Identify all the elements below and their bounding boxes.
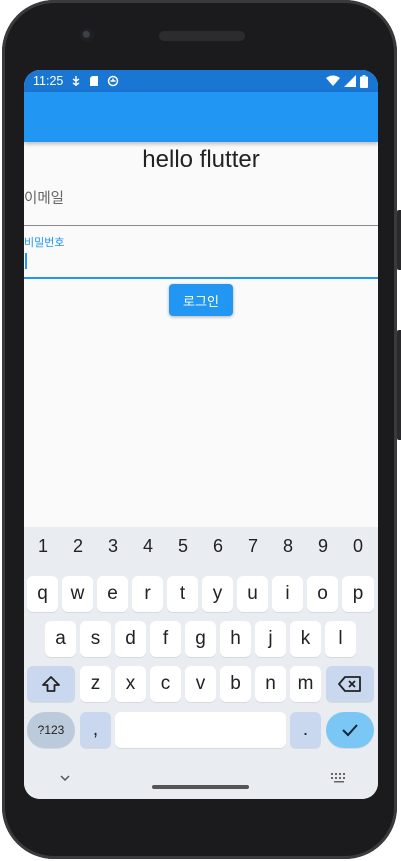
- number-row: 1 2 3 4 5 6 7 8 9 0: [24, 536, 378, 564]
- key-i[interactable]: i: [272, 576, 303, 612]
- key-7[interactable]: 7: [236, 536, 270, 557]
- key-d[interactable]: d: [115, 621, 146, 657]
- space-key[interactable]: [115, 712, 286, 748]
- key-0[interactable]: 0: [341, 536, 375, 557]
- key-t[interactable]: t: [167, 576, 198, 612]
- comma-key[interactable]: ,: [80, 712, 111, 748]
- key-k[interactable]: k: [290, 621, 321, 657]
- symbols-key[interactable]: ?123: [27, 712, 75, 748]
- key-v[interactable]: v: [185, 666, 216, 702]
- key-m[interactable]: m: [290, 666, 321, 702]
- key-8[interactable]: 8: [271, 536, 305, 557]
- screen: 11:25 hello flutter 이메일 비밀번호 로그인 1 2 3 4…: [24, 70, 378, 799]
- power-button: [397, 210, 401, 270]
- volume-button: [397, 330, 401, 440]
- hide-keyboard-icon[interactable]: [58, 773, 72, 783]
- period-key[interactable]: .: [290, 712, 321, 748]
- email-label: 이메일: [24, 191, 65, 207]
- login-button[interactable]: 로그인: [169, 284, 233, 316]
- keyboard-switch-icon[interactable]: [330, 772, 348, 784]
- key-o[interactable]: o: [307, 576, 338, 612]
- password-label: 비밀번호: [24, 236, 65, 249]
- sync-icon: [108, 75, 119, 87]
- key-6[interactable]: 6: [201, 536, 235, 557]
- key-g[interactable]: g: [185, 621, 216, 657]
- login-form: hello flutter 이메일 비밀번호 로그인: [24, 142, 378, 527]
- sd-card-icon: [90, 76, 99, 86]
- checkmark-icon: [342, 724, 358, 737]
- key-e[interactable]: e: [97, 576, 128, 612]
- key-2[interactable]: 2: [61, 536, 95, 557]
- key-r[interactable]: r: [132, 576, 163, 612]
- key-f[interactable]: f: [150, 621, 181, 657]
- key-x[interactable]: x: [115, 666, 146, 702]
- email-field[interactable]: 이메일: [24, 182, 378, 226]
- phone-frame: 11:25 hello flutter 이메일 비밀번호 로그인 1 2 3 4…: [2, 0, 401, 859]
- front-camera: [80, 28, 94, 42]
- key-5[interactable]: 5: [166, 536, 200, 557]
- key-u[interactable]: u: [237, 576, 268, 612]
- key-y[interactable]: y: [202, 576, 233, 612]
- key-9[interactable]: 9: [306, 536, 340, 557]
- home-indicator[interactable]: [152, 785, 249, 789]
- battery-icon: [360, 74, 368, 88]
- key-z[interactable]: z: [80, 666, 111, 702]
- key-a[interactable]: a: [45, 621, 76, 657]
- key-4[interactable]: 4: [131, 536, 165, 557]
- key-n[interactable]: n: [255, 666, 286, 702]
- key-b[interactable]: b: [220, 666, 251, 702]
- password-field[interactable]: 비밀번호: [24, 234, 378, 279]
- status-time: 11:25: [33, 74, 64, 88]
- key-c[interactable]: c: [150, 666, 181, 702]
- shift-key[interactable]: [27, 666, 75, 702]
- usb-debug-icon: [72, 76, 80, 86]
- text-cursor: [25, 253, 27, 269]
- backspace-key[interactable]: [326, 666, 374, 702]
- key-s[interactable]: s: [80, 621, 111, 657]
- app-bar: [24, 92, 378, 142]
- shift-icon: [42, 676, 60, 692]
- key-p[interactable]: p: [342, 576, 374, 612]
- signal-icon: [344, 75, 356, 87]
- key-q[interactable]: q: [27, 576, 58, 612]
- status-bar: 11:25: [24, 70, 378, 92]
- earpiece-speaker: [159, 31, 245, 41]
- soft-keyboard: 1 2 3 4 5 6 7 8 9 0 q w e r t y u i o p: [24, 527, 378, 799]
- page-title: hello flutter: [142, 146, 260, 173]
- key-1[interactable]: 1: [26, 536, 60, 557]
- backspace-icon: [338, 676, 361, 692]
- key-3[interactable]: 3: [96, 536, 130, 557]
- key-l[interactable]: l: [325, 621, 356, 657]
- enter-key[interactable]: [326, 712, 374, 748]
- key-j[interactable]: j: [255, 621, 286, 657]
- key-w[interactable]: w: [62, 576, 93, 612]
- wifi-icon: [326, 75, 340, 86]
- key-h[interactable]: h: [220, 621, 251, 657]
